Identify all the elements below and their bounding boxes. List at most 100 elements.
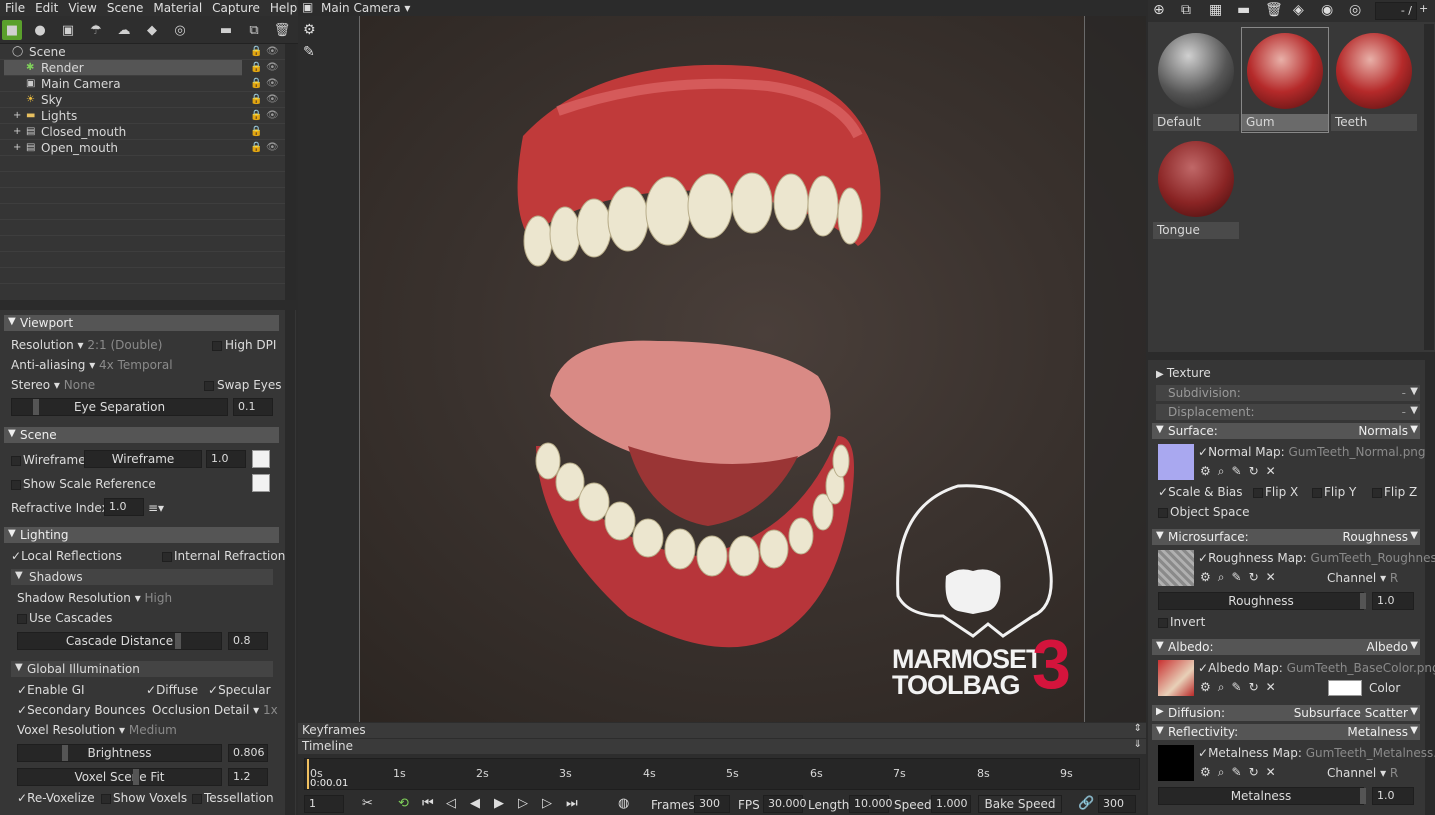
flip-x-checkbox[interactable] (1253, 488, 1263, 498)
slider-handle[interactable] (62, 745, 68, 761)
wireframe-color-swatch[interactable] (252, 450, 270, 468)
eye-icon[interactable]: 👁 (266, 110, 279, 121)
gear-icon[interactable]: ⚙ (303, 22, 316, 38)
add-camera-icon[interactable]: ▣ (58, 20, 78, 40)
duplicate-icon[interactable]: ⧉ (244, 20, 264, 40)
global-illumination-subsection-header[interactable]: ▼ Global Illumination (11, 661, 273, 677)
invert-checkbox[interactable] (1158, 618, 1168, 628)
close-icon[interactable]: ✕ (1266, 765, 1283, 779)
albedo-color-swatch[interactable] (1328, 680, 1362, 696)
expand-icon[interactable]: + (13, 110, 24, 121)
albedo-map-row[interactable]: ✓Albedo Map: GumTeeth_BaseColor.png (1198, 661, 1435, 675)
normal-map-thumbnail[interactable] (1158, 444, 1194, 480)
menu-scene[interactable]: Scene (102, 1, 149, 15)
tree-item-main-camera[interactable]: ▣ Main Camera 🔒 👁 (0, 76, 285, 92)
albedo-section-header[interactable]: ▼ Albedo: Albedo ▼ (1152, 639, 1420, 655)
collapse-icon[interactable]: ⇓ (1134, 739, 1142, 750)
eye-icon[interactable]: 👁 (266, 62, 279, 73)
metalness-map-row[interactable]: ✓Metalness Map: GumTeeth_Metalness.pr (1198, 746, 1435, 760)
lock-icon[interactable]: 🔒 (250, 110, 262, 121)
cascade-distance-slider[interactable]: Cascade Distance (17, 632, 222, 650)
close-icon[interactable]: ✕ (1266, 464, 1283, 478)
properties-scrollbar[interactable] (285, 310, 295, 815)
fps-field[interactable]: 30.000 (763, 795, 807, 813)
section-value[interactable]: Normals (1358, 424, 1408, 438)
add-shadow-catcher-icon[interactable]: ☂ (86, 20, 106, 40)
skip-to-start-icon[interactable]: ⏮ (422, 796, 434, 811)
gear-icon[interactable]: ⚙ (1200, 464, 1218, 478)
reflectivity-section-header[interactable]: ▼ Reflectivity: Metalness ▼ (1152, 724, 1420, 740)
albedo-map-thumbnail[interactable] (1158, 660, 1194, 696)
checker-icon[interactable]: ▦ (1209, 2, 1222, 18)
scale-bias-checkbox[interactable]: ✓Scale & Bias (1158, 485, 1243, 499)
eye-icon[interactable]: 👁 (266, 142, 279, 153)
voxel-resolution-dropdown[interactable]: Voxel Resolution ▾ Medium (17, 723, 177, 737)
eye-icon[interactable]: 👁 (266, 46, 279, 57)
roughness-slider[interactable]: Roughness (1158, 592, 1364, 610)
material-tile-tongue[interactable]: Tongue (1153, 136, 1239, 240)
flip-y-checkbox[interactable] (1312, 488, 1322, 498)
add-object-icon[interactable]: ■ (2, 20, 22, 40)
material-tile-default[interactable]: Default (1153, 28, 1239, 132)
menu-file[interactable]: File (0, 1, 30, 15)
local-reflections-checkbox[interactable]: ✓Local Reflections (11, 549, 122, 563)
slider-handle[interactable] (33, 399, 39, 415)
wireframe-checkbox[interactable] (11, 456, 21, 466)
section-value[interactable]: Albedo (1366, 640, 1408, 654)
material-tile-gum[interactable]: Gum (1241, 27, 1329, 133)
wireframe-value[interactable]: 1.0 (206, 450, 246, 468)
roughness-value[interactable]: 1.0 (1372, 592, 1414, 610)
material-tile-teeth[interactable]: Teeth (1331, 28, 1417, 132)
close-icon[interactable]: ✕ (1266, 680, 1283, 694)
tree-item-sky[interactable]: ☀ Sky 🔒 👁 (0, 92, 285, 108)
voxel-scene-fit-slider[interactable]: Voxel Scene Fit (17, 768, 222, 786)
microsurface-section-header[interactable]: ▼ Microsurface: Roughness ▼ (1152, 529, 1420, 545)
menu-material[interactable]: Material (148, 1, 207, 15)
voxel-scene-fit-value[interactable]: 1.2 (228, 768, 268, 786)
section-value[interactable]: Roughness (1343, 530, 1408, 544)
roughness-map-row[interactable]: ✓Roughness Map: GumTeeth_Roughness. (1198, 551, 1435, 565)
cascade-distance-value[interactable]: 0.8 (228, 632, 268, 650)
edit-icon[interactable]: ✎ (1232, 765, 1249, 779)
enable-gi-checkbox[interactable]: ✓Enable GI (17, 683, 85, 697)
metalness-value[interactable]: 1.0 (1372, 787, 1414, 805)
tessellation-checkbox[interactable] (192, 794, 202, 804)
metalness-map-thumbnail[interactable] (1158, 745, 1194, 781)
next-key-icon[interactable]: ▷ (542, 796, 552, 811)
subdivision-dropdown[interactable]: Subdivision: - ▼ (1156, 385, 1420, 401)
add-mesh-icon[interactable]: ◆ (142, 20, 162, 40)
material-scrollbar[interactable] (1424, 24, 1434, 350)
gear-icon[interactable]: ⚙ (1200, 680, 1218, 694)
eye-icon[interactable]: 👁 (266, 94, 279, 105)
step-forward-icon[interactable]: ▷ (518, 796, 528, 811)
scissors-icon[interactable]: ✂ (362, 796, 373, 811)
lock-icon[interactable]: 🔒 (250, 78, 262, 89)
shadows-subsection-header[interactable]: ▼ Shadows (11, 569, 273, 585)
lock-icon[interactable]: 🔒 (250, 142, 262, 153)
surface-section-header[interactable]: ▼ Surface: Normals ▼ (1152, 423, 1420, 439)
menu-view[interactable]: View (63, 1, 101, 15)
use-cascades-checkbox[interactable] (17, 614, 27, 624)
expand-icon[interactable]: + (13, 126, 24, 137)
shadow-resolution-dropdown[interactable]: Shadow Resolution ▾ High (17, 591, 172, 605)
roughness-channel-dropdown[interactable]: Channel ▾ R (1327, 571, 1398, 585)
re-voxelize-checkbox[interactable]: ✓Re-Voxelize (17, 791, 95, 805)
lock-icon[interactable]: 🔒 (250, 62, 262, 73)
add-material-icon[interactable]: ⊕ (1153, 2, 1165, 18)
resolution-dropdown[interactable]: Resolution ▾ 2:1 (Double) (11, 338, 162, 352)
edit-icon[interactable]: ✎ (1232, 680, 1249, 694)
material-page-field[interactable]: - / (1375, 2, 1417, 20)
lock-icon[interactable]: 🔒 (250, 126, 262, 137)
slider-handle[interactable] (1360, 593, 1366, 609)
loop-icon[interactable]: ⟲ (398, 796, 409, 811)
page-next-icon[interactable]: + (1419, 2, 1428, 15)
tree-item-render[interactable]: ✱ Render (4, 60, 242, 76)
tree-item-scene[interactable]: ◯ Scene 🔒 👁 (0, 44, 285, 60)
length-field[interactable]: 10.000 (849, 795, 893, 813)
close-icon[interactable]: ✕ (1266, 570, 1283, 584)
play-icon[interactable]: ▶ (494, 796, 504, 811)
section-value[interactable]: Subsurface Scatter (1294, 706, 1408, 720)
show-voxels-checkbox[interactable] (101, 794, 111, 804)
texture-section-header[interactable]: ▶ Texture (1156, 366, 1211, 380)
eye-icon[interactable]: 👁 (266, 78, 279, 89)
